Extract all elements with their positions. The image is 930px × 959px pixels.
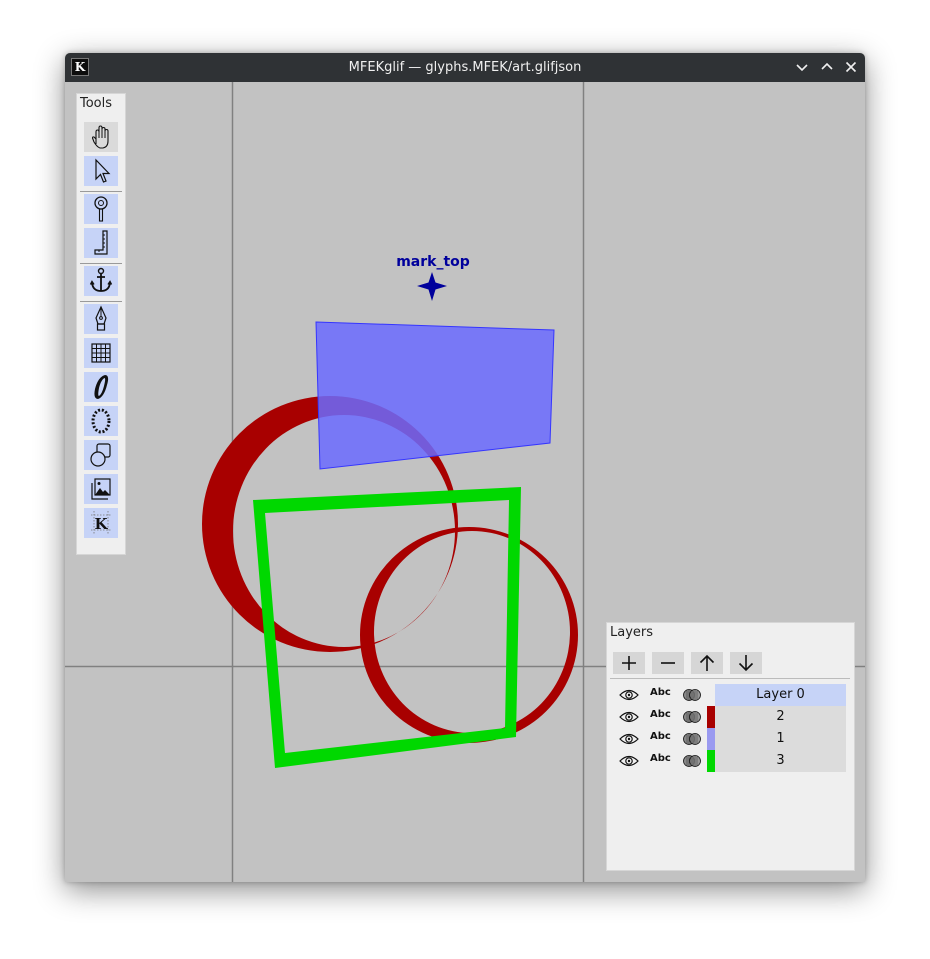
blend-mode-icon[interactable] <box>683 710 701 724</box>
tools-separator <box>80 263 122 264</box>
image-icon <box>91 478 111 500</box>
layers-divider <box>610 678 850 679</box>
layer-name[interactable]: 1 <box>715 728 846 750</box>
svg-text:K: K <box>94 515 108 533</box>
app-window: K MFEKglif — glyphs.MFEK/art.glifjson ma… <box>65 53 865 882</box>
chevron-down-icon <box>796 64 808 72</box>
chevron-up-icon <box>821 62 833 70</box>
move-layer-down-button[interactable] <box>730 652 762 674</box>
shapes-icon <box>90 443 111 467</box>
minimize-button[interactable] <box>794 59 810 75</box>
pen-nib-icon <box>95 305 107 331</box>
layer-color-swatch[interactable] <box>707 728 715 750</box>
abc-preview-toggle[interactable]: Abc <box>650 731 671 742</box>
tool-grid[interactable] <box>84 338 118 368</box>
abc-preview-toggle[interactable]: Abc <box>650 753 671 764</box>
tool-measure[interactable] <box>84 228 118 258</box>
tool-pattern-along-path[interactable] <box>84 406 118 436</box>
layer-name[interactable]: Layer 0 <box>715 684 846 706</box>
eye-icon[interactable] <box>619 732 639 746</box>
tool-zoom[interactable] <box>84 194 118 224</box>
tool-anchors[interactable] <box>84 266 118 296</box>
layer-row[interactable]: Abc 3 <box>607 750 854 772</box>
anchor-label: mark_top <box>396 254 470 270</box>
layer-name[interactable]: 2 <box>715 706 846 728</box>
layer-color-swatch[interactable] <box>707 750 715 772</box>
layer-row[interactable]: Abc 1 <box>607 728 854 750</box>
window-title: MFEKglif — glyphs.MFEK/art.glifjson <box>348 60 582 75</box>
maximize-button[interactable] <box>819 59 835 75</box>
eye-icon[interactable] <box>619 688 639 702</box>
pointer-icon <box>95 158 111 183</box>
add-layer-button[interactable] <box>613 652 645 674</box>
layer-row[interactable]: Abc 2 <box>607 706 854 728</box>
close-button[interactable] <box>843 59 859 75</box>
blue-shape[interactable] <box>315 321 555 470</box>
tool-pan[interactable] <box>84 122 118 152</box>
tools-panel-title: Tools <box>80 96 113 111</box>
guidelines-icon: K <box>91 511 111 535</box>
arrow-down-icon <box>738 655 754 672</box>
grid-icon <box>91 343 111 363</box>
layers-panel: Layers Abc Layer 0 Abc 2 Abc 1 Abc 3 <box>606 622 855 871</box>
tool-image[interactable] <box>84 474 118 504</box>
layer-color-swatch[interactable] <box>707 706 715 728</box>
remove-layer-button[interactable] <box>652 652 684 674</box>
tool-shapes[interactable] <box>84 440 118 470</box>
minus-icon <box>661 662 675 664</box>
layer-row[interactable]: Abc Layer 0 <box>607 684 854 706</box>
layer-name[interactable]: 3 <box>715 750 846 772</box>
tool-select[interactable] <box>84 156 118 186</box>
tools-panel: Tools K <box>76 93 126 555</box>
title-bar[interactable]: K MFEKglif — glyphs.MFEK/art.glifjson <box>65 53 865 82</box>
magnifier-icon <box>94 196 108 222</box>
tools-separator <box>80 191 122 192</box>
blend-mode-icon[interactable] <box>683 732 701 746</box>
tool-pen[interactable] <box>84 304 118 334</box>
variable-stroke-icon <box>94 375 109 399</box>
eye-icon[interactable] <box>619 710 639 724</box>
abc-preview-toggle[interactable]: Abc <box>650 709 671 720</box>
hand-icon <box>91 125 109 149</box>
abc-preview-toggle[interactable]: Abc <box>650 687 671 698</box>
move-layer-up-button[interactable] <box>691 652 723 674</box>
anchor-icon <box>89 267 113 292</box>
tool-guidelines[interactable]: K <box>84 508 118 538</box>
arrow-up-icon <box>699 654 715 671</box>
eye-icon[interactable] <box>619 754 639 768</box>
close-icon <box>845 61 857 73</box>
layers-panel-title: Layers <box>610 625 654 640</box>
ruler-icon <box>94 230 108 255</box>
blend-mode-icon[interactable] <box>683 688 701 702</box>
plus-icon <box>622 656 636 670</box>
tool-variable-stroke[interactable] <box>84 372 118 402</box>
blend-mode-icon[interactable] <box>683 754 701 768</box>
pattern-along-path-icon <box>91 408 111 434</box>
tools-separator <box>80 301 122 302</box>
